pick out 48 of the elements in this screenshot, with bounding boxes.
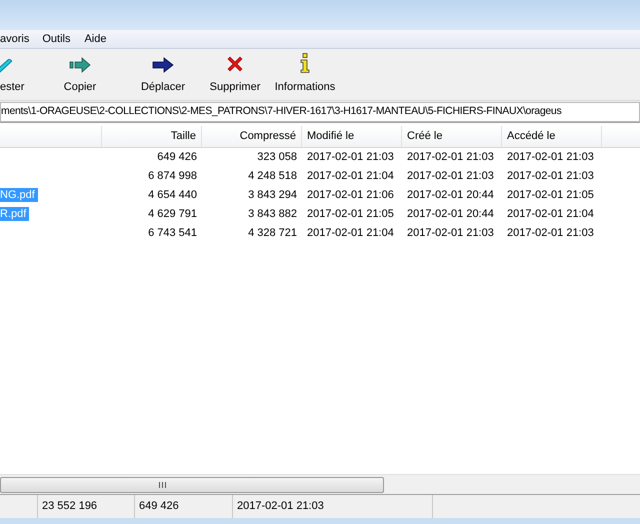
toolbar-button[interactable]: Copier [38,52,122,95]
table-cell-text: 2017-02-01 21:03 [407,169,494,184]
table-cell-text: 2017-02-01 20:44 [407,207,494,222]
arrow-icon [152,56,174,72]
status-text: 23 552 196 [42,499,98,514]
cross-icon [226,54,244,72]
status-text: 649 426 [139,499,179,514]
table-cell-text: 2017-02-01 21:03 [407,150,494,166]
table-cell-text: 649 426 [157,150,197,166]
table-cell-text: 6 874 998 [148,169,197,184]
toolbar-button[interactable]: Informations [266,52,344,95]
toolbar-button[interactable]: Déplacer [122,52,204,95]
table-cell-text: 323 058 [257,150,297,166]
table-cell-text: 4 629 791 [148,207,197,222]
table-cell-text: 2017-02-01 21:05 [507,188,594,204]
status-text: 2017-02-01 21:03 [237,499,324,514]
column-header[interactable]: Créé le [407,128,442,145]
menu-item[interactable]: Outils [35,30,78,48]
column-header[interactable]: Modifié le [307,128,354,145]
table-cell-text: 2017-02-01 21:03 [507,150,594,166]
table-cell-text: 2017-02-01 21:03 [507,226,594,242]
table-cell-text: 3 843 294 [248,188,297,204]
menu-item[interactable]: Aide [77,30,114,48]
table-cell-text: 4 328 721 [248,226,297,242]
table-cell-text: 3 843 882 [248,207,297,222]
table-cell-text: 2017-02-01 21:03 [407,226,494,242]
table-cell-text: 2017-02-01 21:03 [307,150,394,166]
address-field[interactable]: ments\1-ORAGEUSE\2-COLLECTIONS\2-MES_PATRONS\7-HIVER-1617\3-H1617-MANTEAU\5-FICHIERS-FINAUX\orageus [0,102,640,122]
table-cell-text: 4 248 518 [248,169,297,184]
table-cell-text: 2017-02-01 20:44 [407,188,494,204]
column-header[interactable]: Compressé [240,128,296,145]
arrow-icon [69,56,91,72]
menu-item[interactable]: avoris [0,30,36,48]
column-header[interactable]: Taille [170,128,196,145]
table-cell-text: 4 654 440 [148,188,197,204]
table-cell-text: 6 743 541 [148,226,197,242]
table-cell-text: 2017-02-01 21:04 [307,169,394,184]
table-cell-text: 2017-02-01 21:06 [307,188,394,204]
toolbar-button[interactable]: ester [0,52,38,95]
horizontal-scrollbar[interactable] [0,476,384,492]
table-cell-text: 2017-02-01 21:04 [507,207,594,222]
table-cell-text: 2017-02-01 21:03 [507,169,594,184]
info-icon [299,52,311,72]
table-cell-text: 2017-02-01 21:04 [307,226,394,242]
table-cell-text: 2017-02-01 21:05 [307,207,394,222]
toolbar-button[interactable]: Supprimer [204,52,266,95]
scroll-grip-icon [158,482,166,488]
column-header[interactable]: Accédé le [507,128,556,145]
